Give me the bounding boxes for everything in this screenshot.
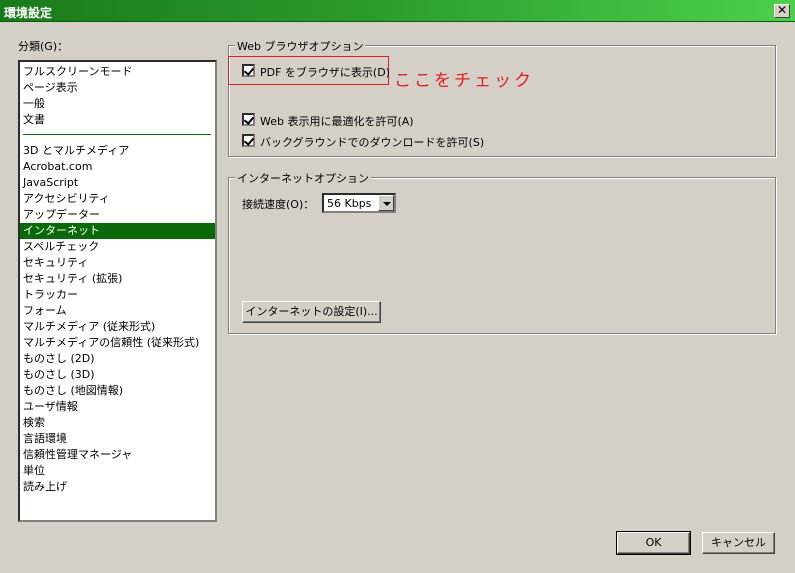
list-item-selected[interactable]: インターネット xyxy=(20,223,215,239)
title-bar: 環境設定 ✕ xyxy=(0,0,795,22)
list-item[interactable]: 一般 xyxy=(20,96,215,112)
list-item[interactable]: アクセシビリティ xyxy=(20,191,215,207)
list-item[interactable]: スペルチェック xyxy=(20,239,215,255)
list-item[interactable]: セキュリティ xyxy=(20,255,215,271)
list-item[interactable]: ものさし (地図情報) xyxy=(20,383,215,399)
list-item[interactable]: 言語環境 xyxy=(20,431,215,447)
fast-web-view-checkbox[interactable] xyxy=(242,113,255,126)
close-button[interactable]: ✕ xyxy=(774,4,790,18)
list-item[interactable]: ものさし (3D) xyxy=(20,367,215,383)
list-item[interactable]: JavaScript xyxy=(20,175,215,191)
connection-speed-select[interactable]: 56 Kbps xyxy=(322,193,396,213)
list-item[interactable]: 読み上げ xyxy=(20,479,215,495)
list-item[interactable]: ものさし (2D) xyxy=(20,351,215,367)
annotation-text: ここをチェック xyxy=(394,71,534,91)
background-download-label[interactable]: バックグラウンドでのダウンロードを許可(S) xyxy=(260,134,484,150)
connection-speed-value: 56 Kbps xyxy=(327,197,372,210)
list-item[interactable]: 文書 xyxy=(20,112,215,128)
list-item[interactable]: 3D とマルチメディア xyxy=(20,143,215,159)
internet-options-legend: インターネットオプション xyxy=(235,170,371,186)
window-title: 環境設定 xyxy=(4,6,53,20)
list-item[interactable]: トラッカー xyxy=(20,287,215,303)
list-item[interactable]: ユーザ情報 xyxy=(20,399,215,415)
web-browser-options-legend: Web ブラウザオプション xyxy=(235,38,366,54)
connection-speed-label: 接続速度(O)： xyxy=(242,198,315,211)
fast-web-view-label[interactable]: Web 表示用に最適化を許可(A) xyxy=(260,113,414,129)
list-item[interactable]: マルチメディアの信頼性 (従来形式) xyxy=(20,335,215,351)
internet-settings-button[interactable]: インターネットの設定(I)... xyxy=(242,301,381,323)
list-item[interactable]: 検索 xyxy=(20,415,215,431)
display-pdf-in-browser-label[interactable]: PDF をブラウザに表示(D) xyxy=(260,64,390,80)
list-item[interactable]: 信頼性管理マネージャ xyxy=(20,447,215,463)
list-item[interactable]: フルスクリーンモード xyxy=(20,64,215,80)
list-item[interactable]: 単位 xyxy=(20,463,215,479)
list-item[interactable]: ページ表示 xyxy=(20,80,215,96)
chevron-down-icon[interactable] xyxy=(378,195,394,211)
cancel-button[interactable]: キャンセル xyxy=(702,532,775,554)
categories-label: 分類(G)： xyxy=(18,40,69,53)
list-item[interactable]: マルチメディア (従来形式) xyxy=(20,319,215,335)
categories-list[interactable]: フルスクリーンモード ページ表示 一般 文書 3D とマルチメディア Acrob… xyxy=(18,60,217,522)
list-item[interactable]: Acrobat.com xyxy=(20,159,215,175)
ok-button[interactable]: OK xyxy=(616,531,691,555)
list-item[interactable]: フォーム xyxy=(20,303,215,319)
list-item[interactable]: アップデーター xyxy=(20,207,215,223)
background-download-checkbox[interactable] xyxy=(242,134,255,147)
list-item[interactable]: セキュリティ (拡張) xyxy=(20,271,215,287)
display-pdf-in-browser-checkbox[interactable] xyxy=(242,64,255,77)
list-separator xyxy=(23,134,211,135)
